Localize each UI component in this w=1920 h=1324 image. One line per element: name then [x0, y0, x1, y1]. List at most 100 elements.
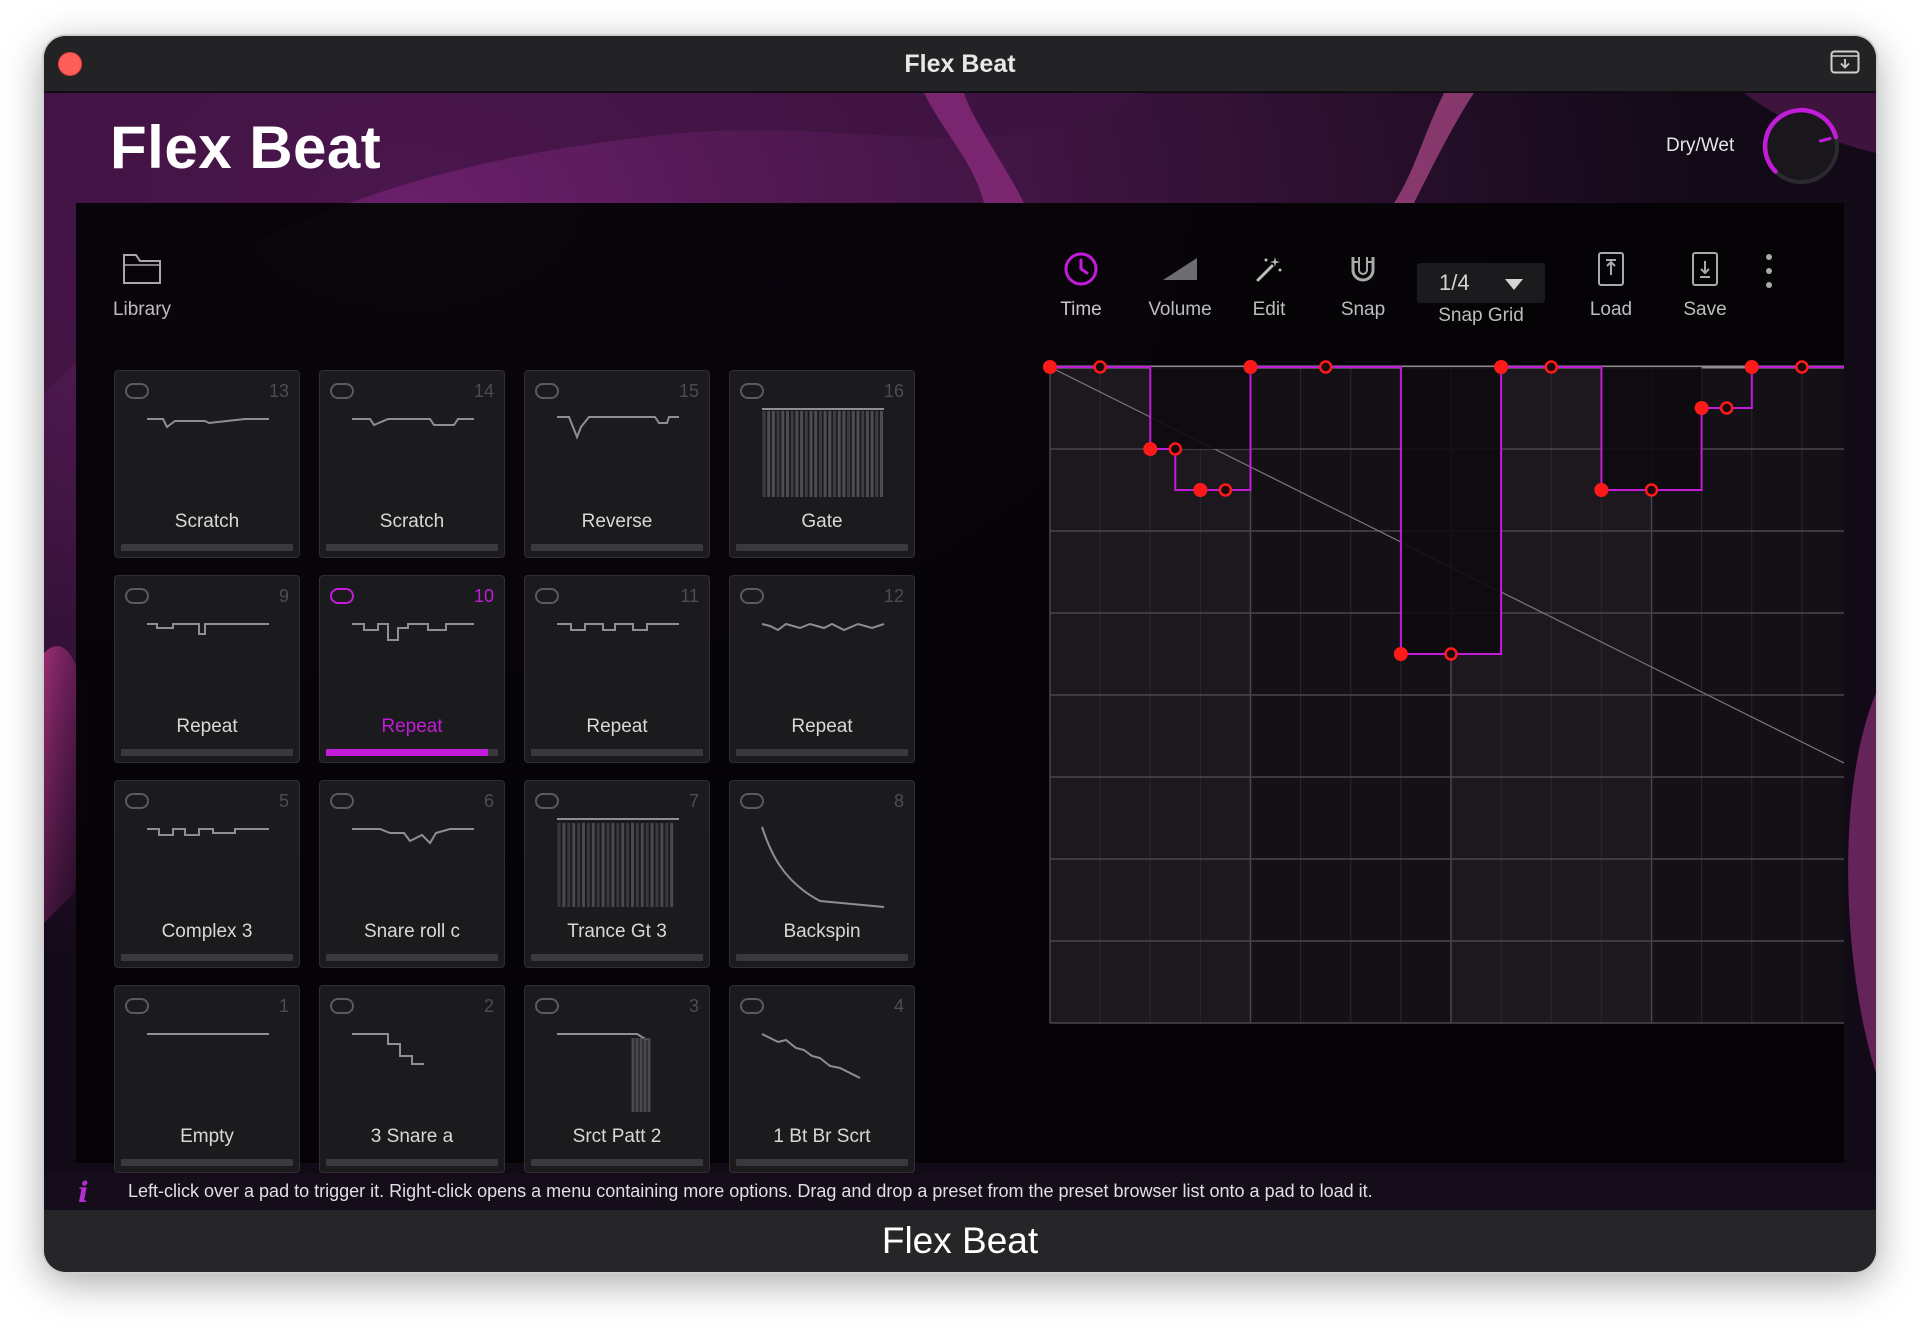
loop-icon: [125, 998, 149, 1014]
pad-label: Repeat: [586, 716, 648, 737]
warp-point[interactable]: [1043, 360, 1057, 374]
pad-level-bar: [326, 954, 498, 961]
pad-number: 11: [680, 586, 699, 606]
warp-point[interactable]: [1243, 360, 1258, 374]
pad-8[interactable]: 8 Backspin: [729, 780, 915, 968]
window-title: Flex Beat: [904, 50, 1016, 78]
app-title: Flex Beat: [110, 114, 382, 181]
pad-level-bar: [736, 954, 908, 961]
save-button[interactable]: Save: [1670, 245, 1740, 321]
time-label: Time: [1060, 299, 1102, 320]
pad-waveform: [761, 622, 885, 632]
warp-point[interactable]: [1594, 483, 1609, 497]
pad-10[interactable]: 10 Repeat: [319, 575, 505, 763]
loop-icon: [535, 383, 559, 399]
pad-waveform: [147, 418, 269, 429]
pad-1[interactable]: 1 Empty: [114, 985, 300, 1173]
pad-label: 1 Bt Br Scrt: [773, 1126, 871, 1147]
pad-level-bar: [736, 749, 908, 756]
pad-16[interactable]: 16 Gate: [729, 370, 915, 558]
pad-waveform: [147, 623, 269, 635]
pad-waveform: [352, 1033, 424, 1065]
snap-grid-label-wrap: Snap Grid: [1414, 305, 1548, 327]
library-button[interactable]: Library: [96, 245, 188, 321]
warp-handle[interactable]: [1218, 483, 1233, 497]
save-file-icon: [1692, 252, 1718, 286]
warp-handle[interactable]: [1719, 401, 1734, 415]
download-window-icon[interactable]: [1830, 50, 1860, 74]
pad-number: 12: [883, 586, 904, 606]
loop-icon: [535, 588, 559, 604]
snap-toggle-button[interactable]: Snap: [1326, 245, 1400, 321]
warp-point[interactable]: [1193, 483, 1208, 497]
pad-number: 14: [473, 381, 494, 401]
pad-label: Complex 3: [161, 921, 253, 942]
pad-14[interactable]: 14 Scratch: [319, 370, 505, 558]
pad-waveform: [352, 418, 474, 427]
warp-point[interactable]: [1494, 360, 1509, 374]
warp-segment-fill: [1400, 367, 1502, 654]
pad-waveform: [557, 623, 679, 631]
pad-label: Repeat: [176, 716, 238, 737]
pad-2[interactable]: 2 3 Snare a: [319, 985, 505, 1173]
pad-4[interactable]: 4 1 Bt Br Scrt: [729, 985, 915, 1173]
pad-label: Empty: [180, 1126, 234, 1147]
more-options-icon[interactable]: [1764, 251, 1774, 291]
load-button[interactable]: Load: [1576, 245, 1646, 321]
pad-waveform: [557, 416, 679, 440]
pad-3[interactable]: 3 Srct Patt 2: [524, 985, 710, 1173]
pad-13[interactable]: 13 Scratch: [114, 370, 300, 558]
pad-waveform: [147, 828, 269, 836]
warp-handle[interactable]: [1644, 483, 1659, 497]
time-tool-button[interactable]: Time: [1046, 245, 1116, 321]
edit-label: Edit: [1252, 299, 1286, 320]
pad-waveform: [352, 828, 474, 845]
warp-segment-fill: [1150, 367, 1251, 449]
pad-15[interactable]: 15 Reverse: [524, 370, 710, 558]
pad-number: 10: [473, 586, 494, 606]
snap-grid-dropdown[interactable]: 1/4: [1417, 263, 1545, 303]
time-warp-editor[interactable]: [1004, 351, 1844, 1035]
magic-wand-icon: [1256, 257, 1282, 282]
warp-handle[interactable]: [1795, 360, 1809, 374]
library-label: Library: [112, 299, 172, 320]
status-bar: i Left-click over a pad to trigger it. R…: [44, 1174, 1876, 1210]
drywet-knob[interactable]: [1756, 101, 1846, 191]
warp-point[interactable]: [1744, 360, 1759, 374]
volume-tool-button[interactable]: Volume: [1130, 245, 1230, 321]
pad-number: 7: [688, 791, 699, 811]
pad-5[interactable]: 5 Complex 3: [114, 780, 300, 968]
snap-grid-value: 1/4: [1439, 270, 1470, 295]
warp-handle[interactable]: [1168, 442, 1183, 456]
warp-handle[interactable]: [1318, 360, 1333, 374]
edit-tool-button[interactable]: Edit: [1234, 245, 1304, 321]
loop-icon: [535, 998, 559, 1014]
pad-number: 16: [883, 381, 904, 401]
warp-segment-fill: [1601, 367, 1702, 490]
pad-7[interactable]: 7 Trance Gt 3: [524, 780, 710, 968]
loop-icon: [740, 588, 764, 604]
loop-icon: [330, 383, 354, 399]
warp-handle[interactable]: [1444, 647, 1458, 661]
pad-level-bar: [121, 1159, 293, 1166]
pad-9[interactable]: 9 Repeat: [114, 575, 300, 763]
warp-handle[interactable]: [1544, 360, 1558, 374]
snap-label: Snap: [1340, 299, 1386, 320]
loop-icon: [740, 383, 764, 399]
pad-6[interactable]: 6 Snare roll c: [319, 780, 505, 968]
pad-label: Trance Gt 3: [567, 921, 667, 942]
pad-label: Repeat: [791, 716, 853, 737]
status-message: Left-click over a pad to trigger it. Rig…: [128, 1181, 1373, 1201]
warp-point[interactable]: [1393, 647, 1408, 661]
loop-icon: [330, 588, 354, 604]
warp-point[interactable]: [1143, 442, 1158, 456]
pad-12[interactable]: 12 Repeat: [729, 575, 915, 763]
warp-handle[interactable]: [1093, 360, 1107, 374]
load-file-icon: [1598, 252, 1624, 286]
warp-point[interactable]: [1694, 401, 1709, 415]
pad-11[interactable]: 11 Repeat: [524, 575, 710, 763]
footer-title: Flex Beat: [44, 1210, 1876, 1272]
pad-level-bar: [326, 544, 498, 551]
pad-label: Scratch: [174, 511, 240, 532]
loop-icon: [535, 793, 559, 809]
